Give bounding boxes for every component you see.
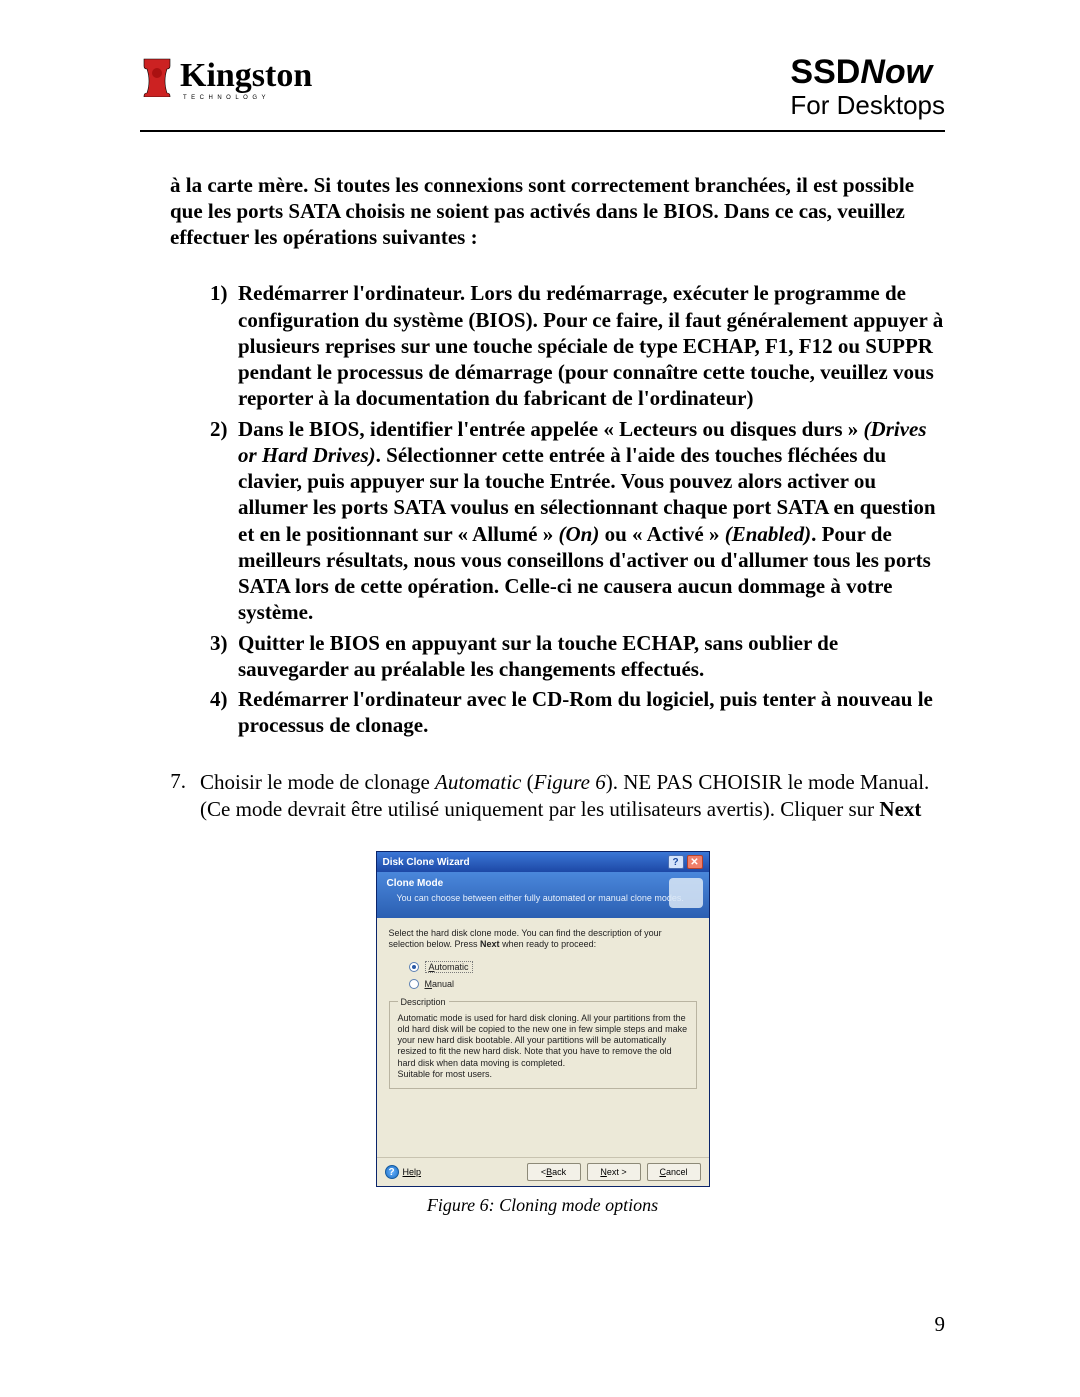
disk-clone-wizard-window: Disk Clone Wizard ? ✕ Clone Mode You can…	[376, 851, 710, 1187]
brand-tagline: TECHNOLOGY	[183, 95, 270, 101]
cancel-button[interactable]: Cancel	[647, 1163, 701, 1181]
radio-manual[interactable]: Manual	[409, 979, 697, 989]
figure-6: Disk Clone Wizard ? ✕ Clone Mode You can…	[140, 851, 945, 1216]
disk-icon	[669, 878, 703, 908]
list-marker-4: 4)	[210, 686, 238, 712]
description-legend: Description	[398, 997, 449, 1007]
wizard-header-title: Clone Mode	[387, 878, 699, 889]
list-item: 1) Redémarrer l'ordinateur. Lors du redé…	[210, 280, 945, 411]
step7-body: Choisir le mode de clonage Automatic (Fi…	[200, 769, 945, 824]
wizard-body: Select the hard disk clone mode. You can…	[377, 918, 709, 1157]
list-body-2: Dans le BIOS, identifier l'entrée appelé…	[238, 416, 945, 626]
list-body-1: Redémarrer l'ordinateur. Lors du redémar…	[238, 280, 945, 411]
back-button[interactable]: < Back	[527, 1163, 581, 1181]
list-marker-3: 3)	[210, 630, 238, 656]
help-icon: ?	[385, 1165, 399, 1179]
list-marker-1: 1)	[210, 280, 238, 306]
wizard-titlebar: Disk Clone Wizard ? ✕	[377, 852, 709, 872]
titlebar-help-button[interactable]: ?	[668, 855, 684, 869]
help-link[interactable]: ? Help	[385, 1165, 422, 1179]
header-rule	[140, 130, 945, 132]
list-marker-2: 2)	[210, 416, 238, 442]
wizard-header-subtitle: You can choose between either fully auto…	[397, 893, 699, 903]
radio-manual-label: Manual	[425, 979, 455, 989]
title-subtitle: For Desktops	[790, 91, 945, 120]
bios-steps-list: 1) Redémarrer l'ordinateur. Lors du redé…	[210, 280, 945, 738]
wizard-footer: ? Help < Back Next > Cancel	[377, 1157, 709, 1186]
wizard-body-intro: Select the hard disk clone mode. You can…	[389, 928, 697, 951]
kingston-head-icon	[140, 55, 174, 97]
description-group: Description Automatic mode is used for h…	[389, 997, 697, 1090]
description-text: Automatic mode is used for hard disk clo…	[398, 1013, 688, 1081]
radio-icon	[409, 962, 419, 972]
figure-caption: Figure 6: Cloning mode options	[140, 1195, 945, 1216]
close-button[interactable]: ✕	[687, 855, 703, 869]
intro-paragraph: à la carte mère. Si toutes les connexion…	[170, 172, 945, 251]
title-ssd: SSD	[790, 53, 860, 91]
step-7: 7. Choisir le mode de clonage Automatic …	[170, 769, 945, 824]
kingston-logo: Kingston TECHNOLOGY	[140, 55, 312, 97]
list-item: 2) Dans le BIOS, identifier l'entrée app…	[210, 416, 945, 626]
step7-marker: 7.	[170, 769, 200, 794]
radio-automatic[interactable]: Automatic	[409, 961, 697, 973]
wizard-header: Clone Mode You can choose between either…	[377, 872, 709, 918]
list-body-3: Quitter le BIOS en appuyant sur la touch…	[238, 630, 945, 683]
wizard-title: Disk Clone Wizard	[383, 857, 470, 868]
list-item: 3) Quitter le BIOS en appuyant sur la to…	[210, 630, 945, 683]
radio-automatic-label: Automatic	[425, 961, 473, 973]
product-title: SSDNow For Desktops	[790, 55, 945, 120]
next-button[interactable]: Next >	[587, 1163, 641, 1181]
brand-name: Kingston	[180, 57, 312, 94]
page-header: Kingston TECHNOLOGY SSDNow For Desktops	[140, 55, 945, 120]
title-now: Now	[860, 53, 932, 91]
page-number: 9	[935, 1312, 946, 1337]
list-item: 4) Redémarrer l'ordinateur avec le CD-Ro…	[210, 686, 945, 739]
radio-icon	[409, 979, 419, 989]
list-body-4: Redémarrer l'ordinateur avec le CD-Rom d…	[238, 686, 945, 739]
